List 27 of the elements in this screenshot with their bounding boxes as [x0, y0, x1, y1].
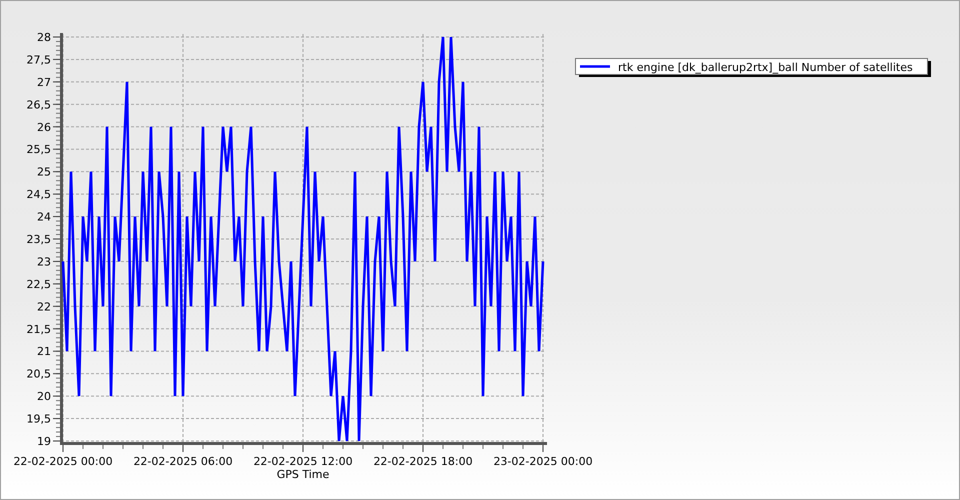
x-tick-label: 22-02-2025 00:00: [13, 455, 113, 468]
y-tick-label: 19: [37, 435, 51, 448]
legend-line: [580, 65, 610, 68]
y-tick-label: 24,5: [26, 188, 51, 202]
y-tick-label: 27: [37, 76, 51, 89]
x-tick-label: 22-02-2025 18:00: [373, 455, 473, 468]
x-tick-label: 23-02-2025 00:00: [493, 455, 593, 468]
y-tick-label: 26: [37, 120, 51, 134]
y-tick-label: 22,5: [26, 278, 51, 291]
y-tick-label: 24: [37, 210, 51, 224]
x-tick-label: 22-02-2025 12:00: [253, 455, 353, 468]
y-tick-label: 25: [37, 166, 51, 179]
y-tick-label: 19,5: [26, 412, 51, 426]
y-tick-label: 22: [37, 300, 51, 314]
y-tick-label: 27,5: [26, 53, 51, 66]
y-tick-label: 28: [37, 31, 51, 44]
legend-label: rtk engine [dk_ballerup2rtx]_ball Number of satellites: [618, 61, 913, 74]
y-tick-label: 23,5: [26, 233, 51, 246]
y-tick-label: 26,5: [26, 98, 51, 112]
x-tick-label: 22-02-2025 06:00: [133, 455, 233, 468]
x-axis-title: GPS Time: [276, 468, 330, 481]
y-tick-label: 21,5: [26, 322, 51, 336]
y-tick-label: 20: [37, 390, 51, 404]
y-tick-label: 23: [37, 255, 51, 268]
y-tick-label: 20,5: [26, 368, 51, 381]
y-tick-label: 25,5: [26, 143, 51, 156]
y-tick-label: 21: [37, 345, 51, 358]
